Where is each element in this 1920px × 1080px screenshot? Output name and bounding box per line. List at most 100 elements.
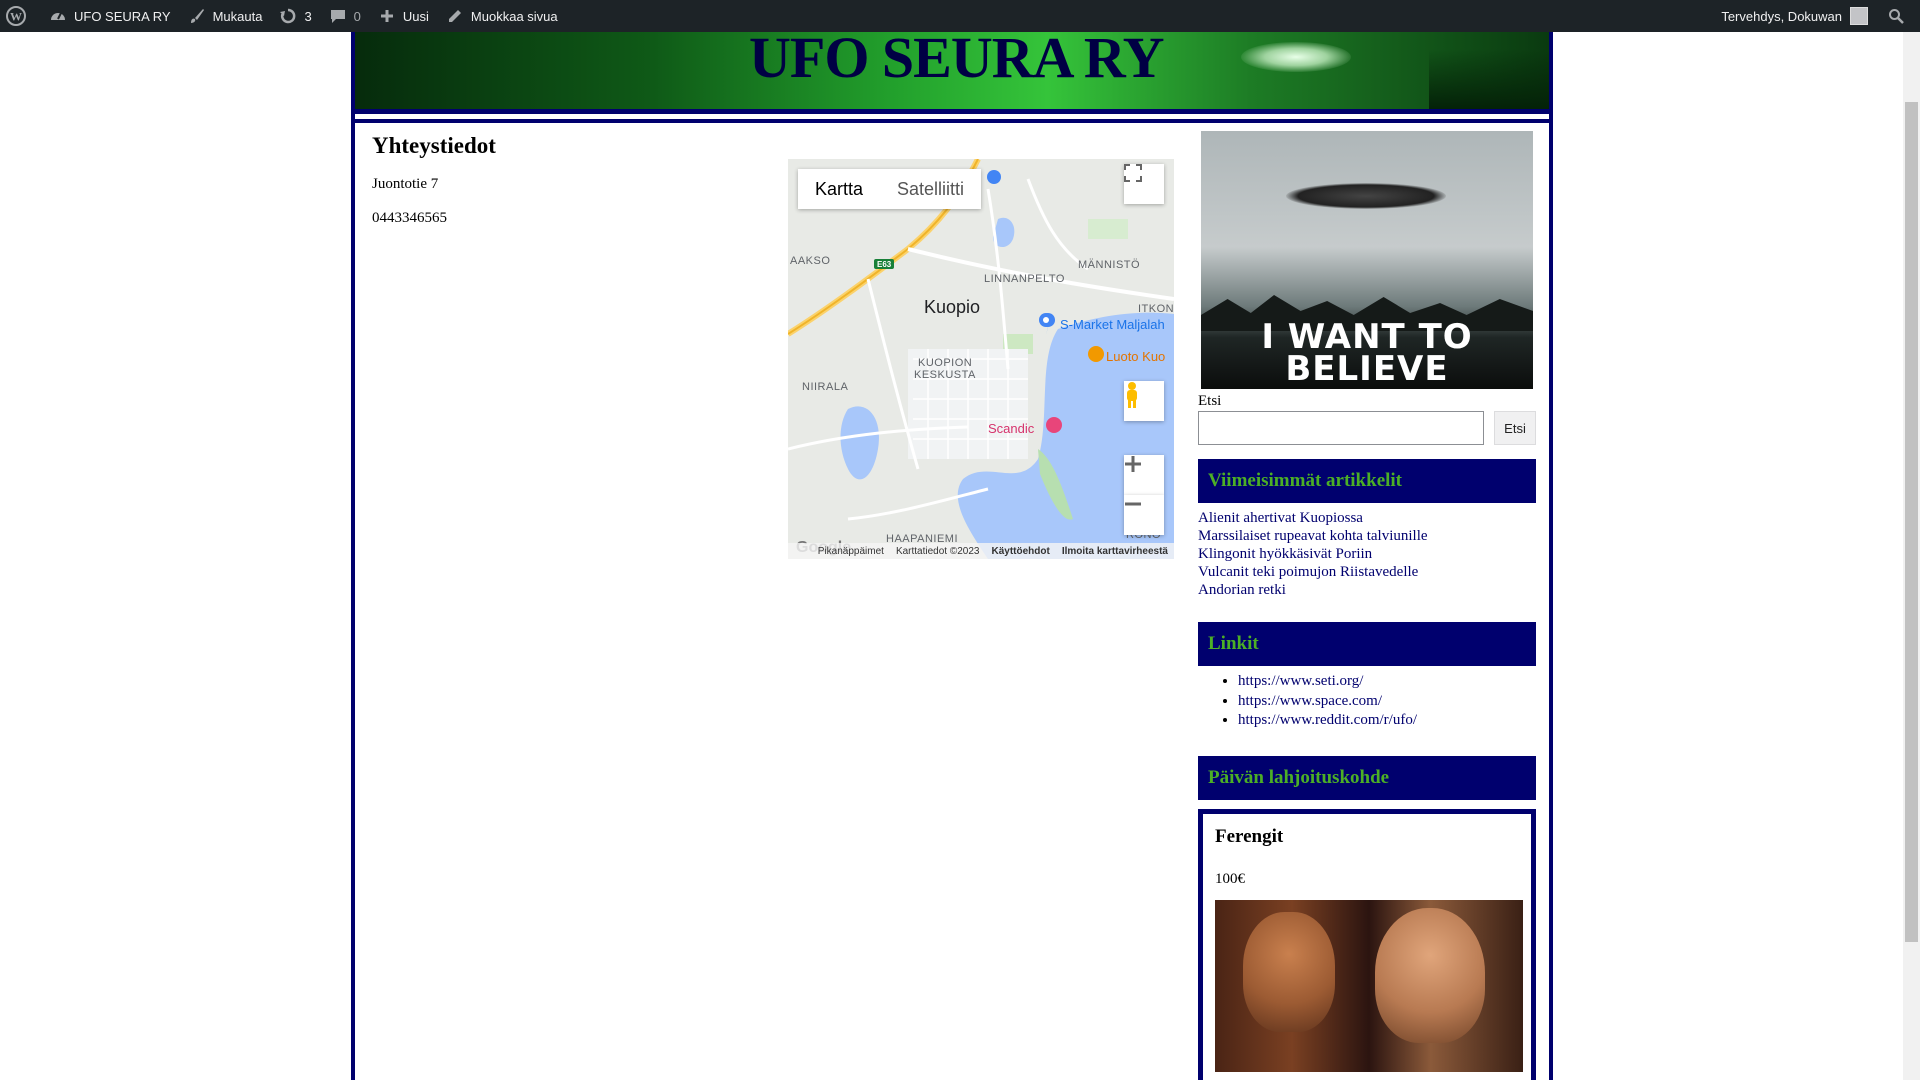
recent-article-link[interactable]: Andorian retki (1198, 582, 1286, 598)
scrollbar-thumb[interactable] (1905, 102, 1918, 942)
pegman-icon (1127, 382, 1137, 408)
map-type-tabs: Kartta Satelliitti (798, 169, 982, 209)
plus-icon (377, 6, 397, 26)
map-label-center1: KUOPION (918, 357, 973, 369)
edit-page-label: Muokkaa sivua (470, 8, 558, 24)
header-banner: UFO SEURA RY (355, 32, 1549, 114)
page-scrollbar[interactable] (1903, 32, 1920, 1080)
recent-article-link[interactable]: Vulcanit teki poimujon Riistavedelle (1198, 564, 1418, 580)
donation-amount: 100€ (1215, 871, 1245, 887)
donation-image (1215, 900, 1523, 1072)
dashboard-icon (48, 6, 68, 26)
external-link[interactable]: https://www.reddit.com/r/ufo/ (1238, 712, 1417, 728)
list-item: Alienit ahertivat Kuopiossa (1198, 509, 1428, 527)
donation-name: Ferengit (1215, 826, 1284, 847)
tab-satellite[interactable]: Satelliitti (880, 169, 981, 209)
poster-slogan: I WANT TO BELIEVE (1261, 317, 1473, 389)
comments-count: 0 (353, 8, 361, 24)
site-frame: UFO SEURA RY Yhteystiedot Juontotie 7 04… (351, 32, 1553, 1080)
zoom-in-button[interactable] (1124, 455, 1164, 495)
list-item: Klingonit hyökkäsivät Poriin (1198, 545, 1428, 563)
fullscreen-button[interactable] (1124, 164, 1164, 204)
greeting: Tervehdys, Dokuwan (1721, 8, 1842, 24)
ufo-saucer (1286, 183, 1446, 209)
customize-link[interactable]: Mukauta (179, 0, 271, 32)
map-label-luoto[interactable]: Luoto Kuo (1106, 349, 1165, 364)
avatar (1850, 7, 1868, 25)
account-menu[interactable]: Tervehdys, Dokuwan (1713, 0, 1876, 32)
map-footer: Pikanäppäimet Karttatiedot ©2023 Käyttöe… (788, 543, 1174, 559)
wordpress-menu[interactable]: W (0, 0, 40, 32)
page-title: Yhteystiedot (372, 133, 496, 158)
wordpress-icon: W (6, 6, 26, 26)
list-item: https://www.seti.org/ (1238, 672, 1417, 692)
list-item: https://www.space.com/ (1238, 692, 1417, 712)
recent-article-link[interactable]: Klingonit hyökkäsivät Poriin (1198, 546, 1372, 562)
map-terms-link[interactable]: Käyttöehdot (991, 546, 1049, 557)
recent-article-link[interactable]: Marssilaiset rupeavat kohta talviunille (1198, 528, 1428, 544)
map-data-text: Karttatiedot ©2023 (895, 545, 980, 557)
search-label: Etsi (1198, 393, 1222, 409)
donation-title: Päivän lahjoituskohde (1198, 756, 1536, 800)
list-item: Andorian retki (1198, 581, 1428, 599)
street-view-button[interactable] (1124, 381, 1164, 421)
zoom-out-button[interactable] (1124, 495, 1164, 535)
content-area: Yhteystiedot Juontotie 7 0443346565 E63 … (355, 119, 1549, 1080)
list-item: Vulcanit teki poimujon Riistavedelle (1198, 563, 1428, 581)
map-shortcuts-link[interactable]: Pikanäppäimet (818, 546, 884, 557)
list-item: Marssilaiset rupeavat kohta talviunille (1198, 527, 1428, 545)
map-label-linnanpelto: LINNANPELTO (984, 273, 1065, 285)
external-link[interactable]: https://www.space.com/ (1238, 693, 1382, 709)
i-want-to-believe-poster: I WANT TO BELIEVE (1201, 131, 1533, 389)
updates-count: 3 (304, 8, 312, 24)
links-list: https://www.seti.org/ https://www.space.… (1238, 672, 1417, 731)
zoom-out-icon (1125, 502, 1141, 506)
address-text: Juontotie 7 (372, 176, 439, 192)
map-label-scandic[interactable]: Scandic (988, 421, 1034, 436)
zoom-in-icon (1125, 456, 1141, 472)
donation-card: Ferengit 100€ (1198, 809, 1536, 1080)
comments-link[interactable]: 0 (320, 0, 369, 32)
search-input[interactable] (1198, 411, 1484, 445)
ferengi-figure-left (1243, 912, 1335, 1032)
list-item: https://www.reddit.com/r/ufo/ (1238, 711, 1417, 731)
pencil-icon (445, 6, 465, 26)
admin-bar: W UFO SEURA RY Mukauta 3 0 Uusi Muokkaa … (0, 0, 1920, 32)
search-button[interactable]: Etsi (1494, 411, 1536, 445)
updates-icon (278, 6, 298, 26)
map-label-niirala: NIIRALA (802, 381, 849, 393)
brush-icon (187, 6, 207, 26)
ferengi-figure-right (1375, 908, 1485, 1043)
new-label: Uusi (402, 8, 429, 24)
fullscreen-icon (1124, 164, 1142, 182)
tree-silhouette (1429, 49, 1549, 109)
phone-text: 0443346565 (372, 210, 447, 226)
map-label-smarket[interactable]: S-Market Maljalah (1060, 317, 1165, 332)
links-title: Linkit (1198, 622, 1536, 666)
external-link[interactable]: https://www.seti.org/ (1238, 673, 1363, 689)
site-title[interactable]: UFO SEURA RY (749, 32, 1165, 91)
google-map[interactable]: E63 Kuopio LINNANPELTO MÄNNISTÖ AAKSO IT… (788, 159, 1174, 559)
map-label-mannisto: MÄNNISTÖ (1078, 259, 1141, 271)
search-toggle[interactable] (1876, 0, 1920, 32)
recent-articles-title: Viimeisimmät artikkelit (1198, 459, 1536, 503)
site-name: UFO SEURA RY (74, 8, 171, 24)
updates-link[interactable]: 3 (270, 0, 319, 32)
tab-map[interactable]: Kartta (798, 169, 880, 209)
new-content-link[interactable]: Uusi (369, 0, 437, 32)
search-icon (1886, 6, 1906, 26)
site-name-link[interactable]: UFO SEURA RY (40, 0, 179, 32)
recent-article-link[interactable]: Alienit ahertivat Kuopiossa (1198, 510, 1363, 526)
customize-label: Mukauta (212, 8, 263, 24)
map-label-city: Kuopio (924, 297, 981, 317)
svg-text:W: W (10, 10, 22, 24)
map-label-center2: KESKUSTA (914, 369, 976, 381)
ufo-illustration (1241, 42, 1351, 72)
comment-icon (328, 6, 348, 26)
map-label-aakso: AAKSO (790, 255, 831, 267)
map-report-link[interactable]: Ilmoita karttavirheestä (1062, 546, 1168, 557)
edit-page-link[interactable]: Muokkaa sivua (437, 0, 566, 32)
map-label-itkon: ITKON (1138, 303, 1174, 315)
map-label-e63: E63 (877, 260, 892, 269)
recent-articles-list: Alienit ahertivat Kuopiossa Marssilaiset… (1198, 509, 1428, 599)
